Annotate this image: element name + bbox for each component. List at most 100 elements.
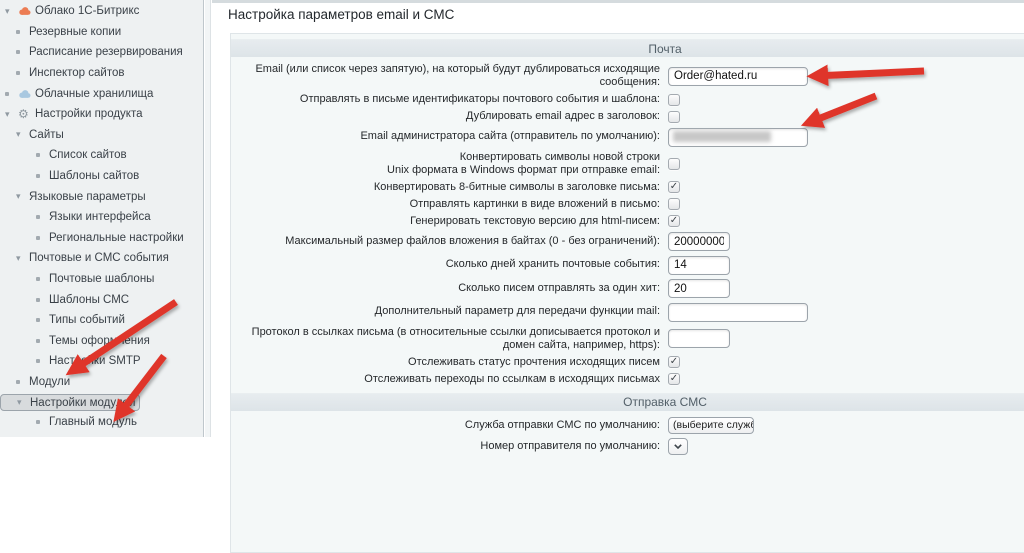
checkbox[interactable] xyxy=(668,111,680,123)
sidebar-item-label: Языковые параметры xyxy=(29,191,146,203)
text-input[interactable] xyxy=(668,232,730,251)
form-row: Служба отправки СМС по умолчанию:(выбери… xyxy=(231,415,1024,436)
sidebar-item-label: Модули xyxy=(29,376,70,388)
form-row: Отправлять в письме идентификаторы почто… xyxy=(231,91,1024,108)
sidebar-item[interactable]: ▾Почтовые и СМС события xyxy=(0,248,204,269)
chevron-down-icon: ▾ xyxy=(16,130,29,139)
field-label: Дополнительный параметр для передачи фун… xyxy=(231,305,666,318)
gear-icon: ⚙ xyxy=(18,108,33,120)
field-label: Отслеживать переходы по ссылкам в исходя… xyxy=(231,373,666,386)
sidebar-item[interactable]: Резервные копии xyxy=(0,22,204,43)
bullet-icon xyxy=(16,30,29,34)
sidebar-item[interactable]: Облачные хранилища xyxy=(0,83,204,104)
checkbox[interactable] xyxy=(668,94,680,106)
form-row: Отслеживать переходы по ссылкам в исходя… xyxy=(231,371,1024,388)
sidebar-item[interactable]: Типы событий xyxy=(0,310,204,331)
form-row: Протокол в ссылках письма (в относительн… xyxy=(231,324,1024,354)
text-input[interactable] xyxy=(668,67,808,86)
sidebar-item[interactable]: ▾Языковые параметры xyxy=(0,186,204,207)
checkbox[interactable] xyxy=(668,181,680,193)
sidebar-item-label: Региональные настройки xyxy=(49,232,184,244)
sidebar-item-label: Типы событий xyxy=(49,314,125,326)
text-input[interactable] xyxy=(668,329,730,348)
sidebar-item-label: Почтовые и СМС события xyxy=(29,252,169,264)
chevron-down-icon xyxy=(674,444,682,449)
sidebar-item[interactable]: Темы оформления xyxy=(0,331,204,352)
sidebar-item[interactable]: Настройки SMTP xyxy=(0,351,204,372)
bullet-icon xyxy=(5,92,18,96)
sidebar-item-label: Настройки SMTP xyxy=(49,355,141,367)
sidebar-item[interactable]: ▾Настройки модулей xyxy=(0,394,140,411)
field-label: Отправлять картинки в виде вложений в пи… xyxy=(231,198,666,211)
form-row: Дублировать email адрес в заголовок: xyxy=(231,108,1024,125)
bullet-icon xyxy=(16,380,29,384)
text-input[interactable] xyxy=(668,256,730,275)
field-label: Генерировать текстовую версию для html-п… xyxy=(231,215,666,228)
sidebar-item[interactable]: ▾Облако 1С-Битрикс xyxy=(0,1,204,22)
bullet-icon xyxy=(36,318,49,322)
field-label: Дублировать email адрес в заголовок: xyxy=(231,110,666,123)
sidebar-item[interactable]: Шаблоны СМС xyxy=(0,289,204,310)
bullet-icon xyxy=(36,277,49,281)
form-row: Email администратора сайта (отправитель … xyxy=(231,125,1024,149)
sidebar-item-label: Сайты xyxy=(29,129,64,141)
field-label: Отслеживать статус прочтения исходящих п… xyxy=(231,356,666,369)
sidebar-item-label: Языки интерфейса xyxy=(49,211,151,223)
field-label: Email (или список через запятую), на кот… xyxy=(231,63,666,89)
bullet-icon xyxy=(36,215,49,219)
select-dropdown[interactable] xyxy=(668,438,688,455)
bullet-icon xyxy=(16,71,29,75)
field-label: Отправлять в письме идентификаторы почто… xyxy=(231,93,666,106)
sidebar-item-label: Облачные хранилища xyxy=(35,88,153,100)
sidebar-item-label: Настройки модулей xyxy=(30,397,135,409)
sidebar-item[interactable]: Главный модуль xyxy=(0,411,204,432)
field-label: Конвертировать символы новой строкиUnix … xyxy=(231,151,666,177)
sidebar-item[interactable]: Модули xyxy=(0,372,204,393)
form-row: Сколько писем отправлять за один хит: xyxy=(231,277,1024,301)
checkbox[interactable] xyxy=(668,215,680,227)
sidebar-item-label: Резервные копии xyxy=(29,26,121,38)
field-label: Служба отправки СМС по умолчанию: xyxy=(231,419,666,432)
sidebar-item[interactable]: Расписание резервирования xyxy=(0,42,204,63)
bullet-icon xyxy=(36,153,49,157)
sidebar-item[interactable]: Почтовые шаблоны xyxy=(0,269,204,290)
text-input[interactable] xyxy=(668,128,808,147)
sidebar: ▾Облако 1С-Битрикс Резервные копии Расписа… xyxy=(0,0,204,437)
form-row: Конвертировать 8-битные символы в заголо… xyxy=(231,179,1024,196)
chevron-down-icon: ▾ xyxy=(16,192,29,201)
field-label: Конвертировать 8-битные символы в заголо… xyxy=(231,181,666,194)
sidebar-item-label: Темы оформления xyxy=(49,335,150,347)
page-title: Настройка параметров email и СМС xyxy=(228,7,454,22)
bullet-icon xyxy=(36,420,49,424)
field-label: Сколько дней хранить почтовые события: xyxy=(231,258,666,271)
settings-form: ПочтаEmail (или список через запятую), н… xyxy=(230,33,1024,553)
sidebar-item[interactable]: ▾⚙Настройки продукта xyxy=(0,104,204,125)
chevron-down-icon: ▾ xyxy=(5,110,18,119)
checkbox[interactable] xyxy=(668,373,680,385)
cloud-blue-icon xyxy=(18,89,33,99)
bullet-icon xyxy=(36,236,49,240)
field-label: Номер отправителя по умолчанию: xyxy=(231,440,666,453)
field-label: Сколько писем отправлять за один хит: xyxy=(231,282,666,295)
sidebar-item[interactable]: Шаблоны сайтов xyxy=(0,166,204,187)
select-dropdown[interactable]: (выберите службу) xyxy=(668,417,754,434)
sidebar-item-label: Список сайтов xyxy=(49,149,127,161)
field-label: Email администратора сайта (отправитель … xyxy=(231,130,666,143)
sidebar-item[interactable]: Региональные настройки xyxy=(0,228,204,249)
sidebar-item-label: Главный модуль xyxy=(49,416,137,428)
checkbox[interactable] xyxy=(668,158,680,170)
sidebar-item-label: Расписание резервирования xyxy=(29,46,183,58)
sidebar-item[interactable]: ▾Сайты xyxy=(0,125,204,146)
sidebar-item[interactable]: Инспектор сайтов xyxy=(0,63,204,84)
sidebar-item[interactable]: Языки интерфейса xyxy=(0,207,204,228)
checkbox[interactable] xyxy=(668,356,680,368)
sidebar-gutter xyxy=(205,0,211,437)
checkbox[interactable] xyxy=(668,198,680,210)
text-input[interactable] xyxy=(668,279,730,298)
sidebar-item[interactable]: Список сайтов xyxy=(0,145,204,166)
chevron-down-icon: ▾ xyxy=(16,254,29,263)
bullet-icon xyxy=(36,298,49,302)
text-input[interactable] xyxy=(668,303,808,322)
field-label: Максимальный размер файлов вложения в ба… xyxy=(231,235,666,248)
chevron-down-icon: ▾ xyxy=(17,398,30,407)
